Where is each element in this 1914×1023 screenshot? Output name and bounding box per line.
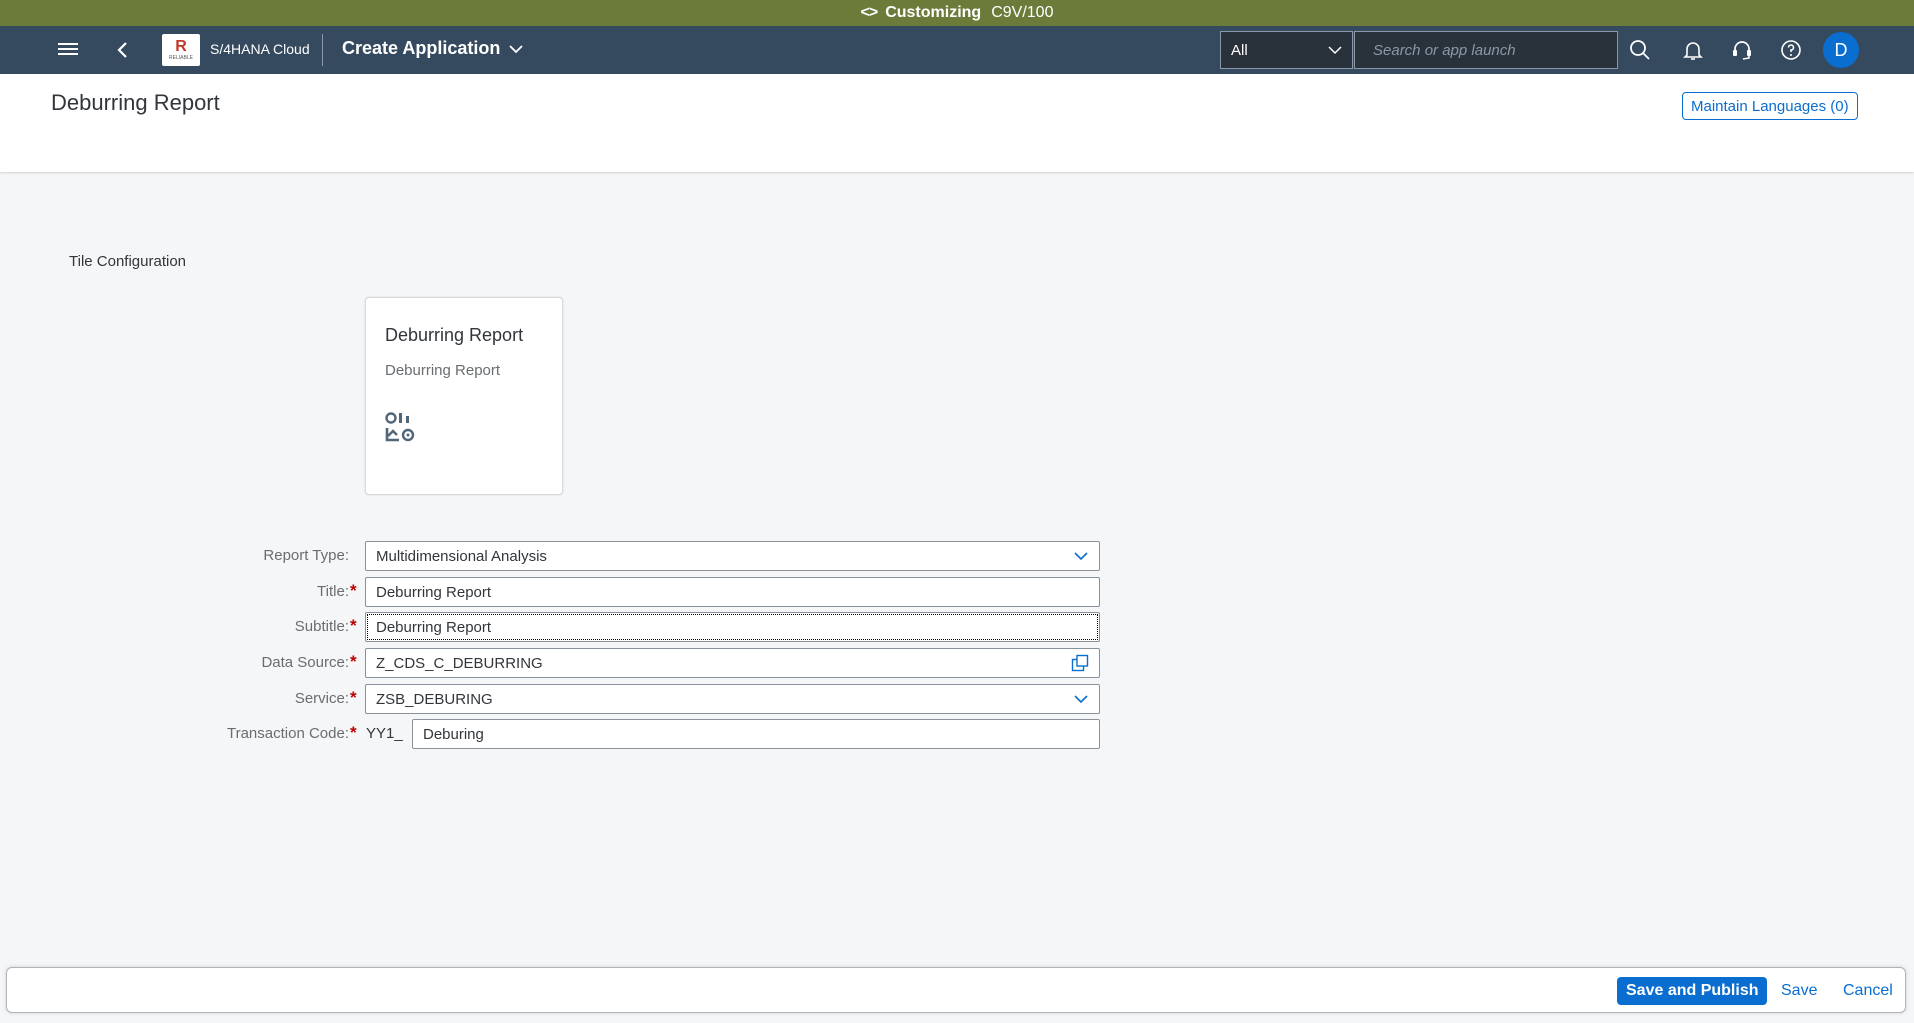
data-source-label: Data Source: bbox=[261, 654, 349, 671]
cancel-button[interactable]: Cancel bbox=[1837, 977, 1899, 1005]
system-bar: <> Customizing C9V/100 bbox=[0, 0, 1914, 26]
shell-divider bbox=[322, 34, 323, 66]
product-name: S/4HANA Cloud bbox=[210, 41, 310, 57]
user-avatar[interactable]: D bbox=[1823, 32, 1859, 68]
save-and-publish-button[interactable]: Save and Publish bbox=[1617, 977, 1768, 1005]
save-button[interactable]: Save bbox=[1775, 977, 1823, 1005]
transaction-code-row: Transaction Code: * YY1_ Deburing bbox=[0, 719, 1914, 749]
transaction-code-value: Deburing bbox=[423, 725, 484, 743]
subtitle-input[interactable]: Deburring Report bbox=[365, 612, 1100, 642]
bell-icon[interactable] bbox=[1681, 38, 1705, 62]
title-input[interactable]: Deburring Report bbox=[365, 577, 1100, 607]
required-marker: * bbox=[350, 616, 357, 635]
transaction-code-label: Transaction Code: bbox=[226, 725, 349, 742]
page-title: Deburring Report bbox=[51, 90, 220, 115]
tile-title: Deburring Report bbox=[385, 325, 524, 345]
app-title: Create Application bbox=[342, 38, 501, 58]
menu-icon[interactable] bbox=[58, 40, 78, 60]
transaction-code-input[interactable]: Deburing bbox=[412, 719, 1100, 749]
title-label: Title: bbox=[317, 583, 349, 600]
back-icon[interactable] bbox=[112, 37, 134, 63]
search-scope-select[interactable]: All bbox=[1220, 31, 1353, 69]
chevron-down-icon bbox=[509, 44, 524, 53]
subtitle-label: Subtitle: bbox=[294, 618, 349, 635]
transaction-code-prefix: YY1_ bbox=[366, 725, 403, 742]
tile-subtitle: Deburring Report bbox=[385, 362, 501, 379]
system-id: C9V/100 bbox=[991, 4, 1054, 21]
search-icon[interactable] bbox=[1628, 38, 1652, 62]
system-bar-label: Customizing bbox=[885, 4, 982, 21]
maintain-languages-button[interactable]: Maintain Languages (0) bbox=[1682, 92, 1858, 120]
required-marker: * bbox=[350, 581, 357, 600]
search-input[interactable] bbox=[1354, 31, 1618, 69]
data-source-input[interactable]: Z_CDS_C_DEBURRING bbox=[365, 648, 1100, 678]
page-header: Deburring Report Maintain Languages (0) bbox=[0, 74, 1914, 172]
subtitle-row: Subtitle: * Deburring Report bbox=[0, 612, 1914, 642]
required-marker: * bbox=[350, 652, 357, 671]
service-row: Service: * ZSB_DEBURING bbox=[0, 684, 1914, 714]
help-icon[interactable] bbox=[1779, 38, 1803, 62]
title-value: Deburring Report bbox=[376, 583, 492, 601]
tile-preview[interactable]: Deburring Report Deburring Report bbox=[365, 297, 563, 495]
headset-icon[interactable] bbox=[1730, 38, 1754, 62]
code-icon: <> bbox=[860, 4, 879, 21]
chevron-down-icon bbox=[1074, 552, 1088, 561]
app-title-menu[interactable]: Create Application bbox=[342, 38, 524, 59]
title-row: Title: * Deburring Report bbox=[0, 577, 1914, 607]
chevron-down-icon bbox=[1328, 46, 1342, 55]
data-source-value: Z_CDS_C_DEBURRING bbox=[376, 654, 543, 672]
shell-bar: R RELIABLE S/4HANA Cloud Create Applicat… bbox=[0, 26, 1914, 74]
report-type-label: Report Type: bbox=[263, 547, 349, 564]
service-value: ZSB_DEBURING bbox=[376, 690, 493, 708]
data-source-row: Data Source: * Z_CDS_C_DEBURRING bbox=[0, 648, 1914, 678]
service-select[interactable]: ZSB_DEBURING bbox=[365, 684, 1100, 714]
required-marker: * bbox=[350, 723, 357, 742]
subtitle-value: Deburring Report bbox=[376, 618, 492, 636]
report-type-select[interactable]: Multidimensional Analysis bbox=[365, 541, 1100, 571]
service-label: Service: bbox=[294, 690, 349, 707]
value-help-icon[interactable] bbox=[1071, 654, 1089, 672]
section-title: Tile Configuration bbox=[69, 253, 187, 270]
footer-toolbar: Save and Publish Save Cancel bbox=[6, 967, 1906, 1013]
search-scope-value: All bbox=[1231, 41, 1248, 59]
company-logo[interactable]: R RELIABLE bbox=[162, 34, 200, 66]
report-type-value: Multidimensional Analysis bbox=[376, 547, 547, 565]
required-marker: * bbox=[350, 688, 357, 707]
report-type-row: Report Type: Multidimensional Analysis bbox=[0, 541, 1914, 571]
chevron-down-icon bbox=[1074, 695, 1088, 704]
analytics-icon bbox=[385, 412, 415, 442]
